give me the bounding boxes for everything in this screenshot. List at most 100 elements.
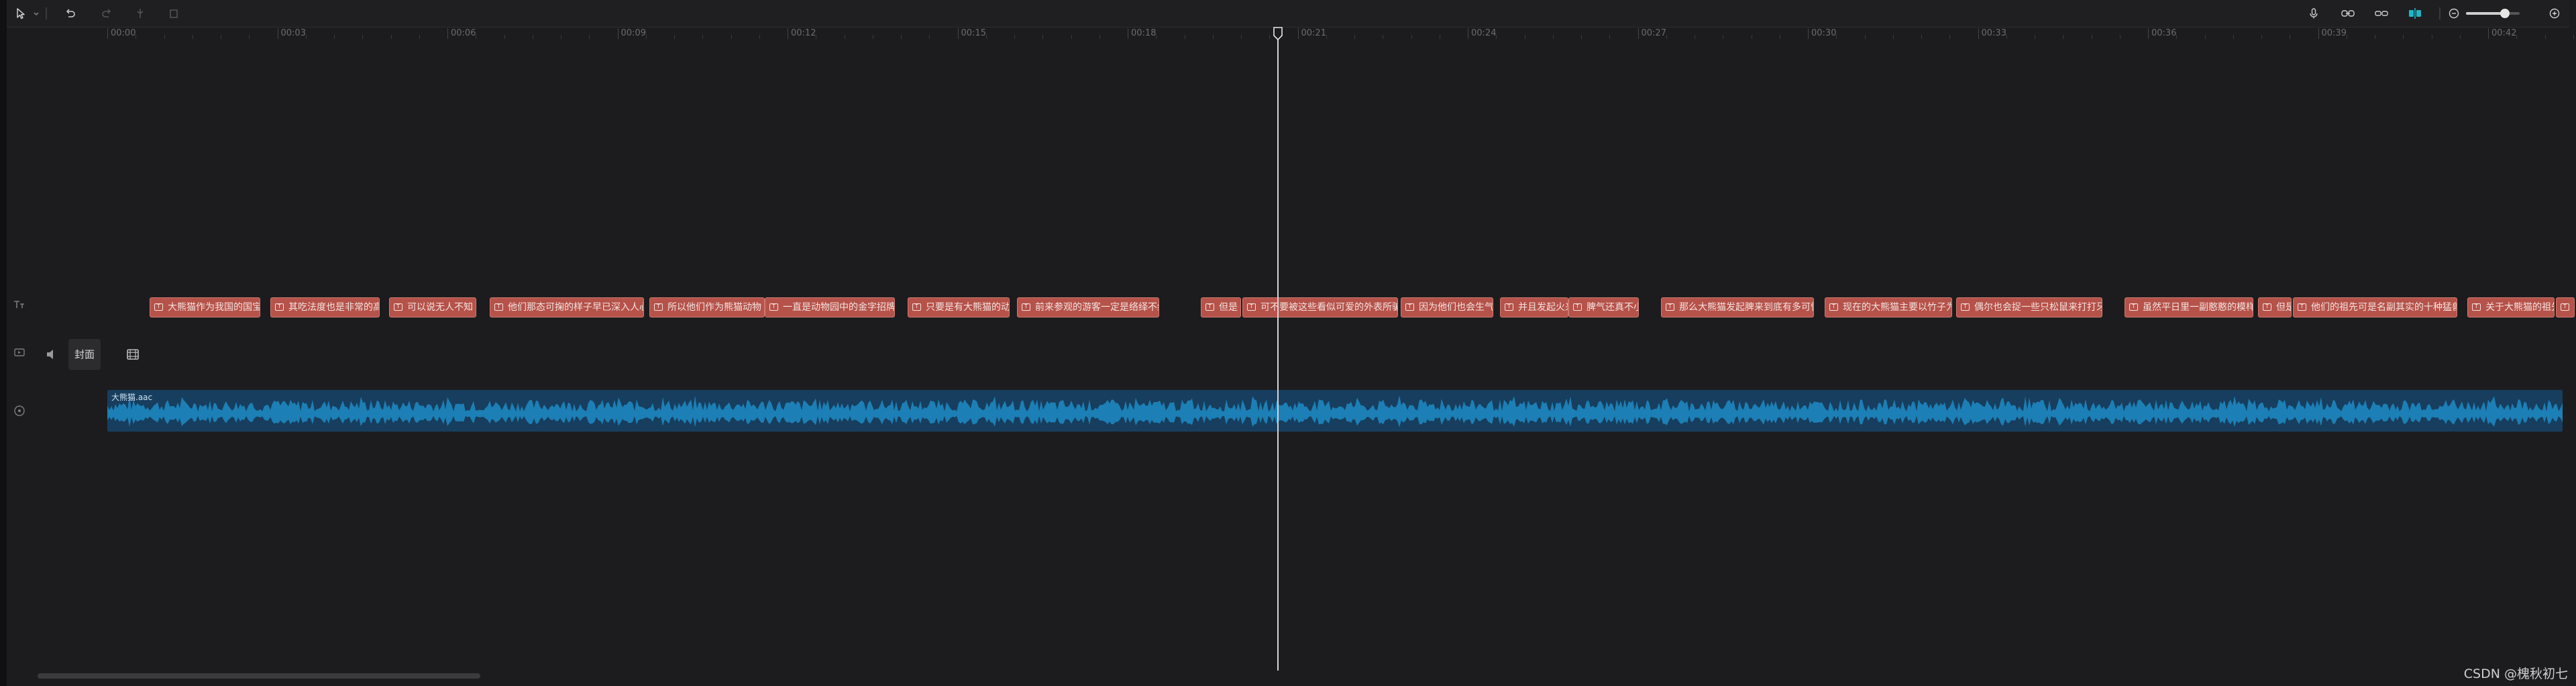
text-clip[interactable]: T 并且发起火来	[1500, 297, 1568, 317]
text-clip[interactable]: T 只要是有大熊猫的动	[908, 297, 1010, 317]
text-clip[interactable]: T 大熊猫作为我国的国宝	[150, 297, 260, 317]
horizontal-scrollbar[interactable]	[38, 673, 480, 679]
audio-clip-name: 大熊猫.aac	[111, 393, 153, 402]
text-clip-icon: T	[1573, 303, 1582, 311]
text-clip-icon: T	[2298, 303, 2306, 311]
ruler-minor-tick	[390, 35, 392, 39]
text-clip[interactable]: T 一直是动物园中的金字招牌	[765, 297, 895, 317]
ruler-minor-tick	[2516, 35, 2518, 39]
text-clip-icon: T	[2561, 303, 2569, 311]
text-clip[interactable]: T 可不要被这些看似可爱的外表所骗	[1242, 297, 1398, 317]
text-clip[interactable]: T 所以他们作为熊猫动物	[649, 297, 765, 317]
cover-button[interactable]: 封面	[68, 339, 101, 370]
ruler-minor-tick	[362, 35, 364, 39]
zoom-in-icon[interactable]	[2546, 3, 2563, 24]
timeline-toolbar	[7, 0, 2569, 28]
preview-axis-icon[interactable]	[2406, 3, 2424, 24]
ruler-minor-tick	[1411, 35, 1412, 39]
zoom-slider[interactable]	[2466, 3, 2520, 24]
chain-icon[interactable]	[2372, 3, 2391, 24]
zoom-slider-knob[interactable]	[2500, 9, 2510, 18]
waveform-shape	[107, 395, 2563, 428]
link-icon[interactable]	[2339, 3, 2357, 24]
undo-icon[interactable]	[62, 3, 79, 24]
ruler-minor-tick	[249, 35, 250, 39]
text-clip-icon: T	[654, 303, 663, 311]
text-clip[interactable]: T 前来参观的游客一定是络绎不绝	[1017, 297, 1159, 317]
text-clip-icon: T	[1505, 303, 1513, 311]
text-clip-icon: T	[769, 303, 778, 311]
text-clip[interactable]: T 但是	[2258, 297, 2292, 317]
text-clip[interactable]: T 关于大熊猫的祖先	[2467, 297, 2555, 317]
playhead-handle[interactable]	[1273, 27, 1283, 41]
text-clip[interactable]: T 那么大熊猫发起脾来到底有多可怕	[1661, 297, 1814, 317]
text-clip[interactable]: T 可以说无人不知	[389, 297, 476, 317]
ruler-minor-tick	[164, 35, 165, 39]
text-clip-label: 现在的大熊猫主要以竹子为食	[1843, 302, 1951, 313]
ruler-minor-tick	[985, 35, 987, 39]
text-clip-label: 可不要被这些看似可爱的外表所骗	[1260, 302, 1398, 313]
ruler-tick-label: 00:24	[1468, 28, 1496, 39]
text-clip-icon: T	[1961, 303, 1970, 311]
microphone-icon[interactable]	[2305, 3, 2322, 24]
ruler-minor-tick	[759, 35, 760, 39]
text-clip[interactable]: T其	[2556, 297, 2575, 317]
text-clip[interactable]: T 虽然平日里一副憨憨的模样	[2125, 297, 2253, 317]
text-clip-label: 关于大熊猫的祖先	[2485, 302, 2555, 313]
audio-track-icon	[12, 403, 27, 418]
text-clip-icon: T	[494, 303, 503, 311]
text-clip-label: 他们那态可掬的样子早已深入人心	[508, 302, 644, 313]
ruler-minor-tick	[2204, 35, 2206, 39]
text-clip-label: 那么大熊猫发起脾来到底有多可怕	[1679, 302, 1814, 313]
text-clip-icon: T	[912, 303, 921, 311]
ruler-minor-tick	[702, 35, 704, 39]
text-clip[interactable]: T 脾气还真不小	[1568, 297, 1639, 317]
text-clip-label: 前来参观的游客一定是络绎不绝	[1035, 302, 1159, 313]
ruler-minor-tick	[2006, 35, 2007, 39]
ruler-tick-label: 00:09	[617, 28, 646, 39]
text-clip[interactable]: T 其吃法度也是非常的高	[270, 297, 380, 317]
ruler-minor-tick	[1552, 35, 1554, 39]
mute-icon[interactable]	[44, 347, 59, 362]
audio-clip[interactable]: 大熊猫.aac	[107, 390, 2563, 432]
text-clip-label: 但是	[1219, 302, 1238, 313]
redo-icon[interactable]	[98, 3, 115, 24]
text-clip[interactable]: T 他们的祖先可是名副其实的十种猛兽	[2293, 297, 2457, 317]
time-ruler[interactable]: 00:00 00:03 00:06 00:09 00:12 00:15 00:18 00:21…	[107, 27, 2574, 40]
ruler-minor-tick	[1156, 35, 1157, 39]
text-clip-icon: T	[2263, 303, 2271, 311]
text-clip-label: 偶尔也会捉一些只松鼠来打打牙祭	[1974, 302, 2102, 313]
ruler-tick-label: 00:33	[1978, 28, 2006, 39]
select-arrow-icon[interactable]	[12, 3, 30, 24]
split-icon[interactable]	[131, 3, 149, 24]
ruler-minor-tick	[1099, 35, 1100, 39]
chevron-down-icon[interactable]	[31, 3, 42, 24]
text-clip-label: 他们的祖先可是名副其实的十种猛兽	[2311, 302, 2457, 313]
text-clip-icon: T	[275, 303, 284, 311]
text-clip-label: 脾气还真不小	[1587, 302, 1639, 313]
text-clip[interactable]: T 他们那态可掬的样子早已深入人心	[490, 297, 644, 317]
text-clip[interactable]: T 现在的大熊猫主要以竹子为食	[1825, 297, 1952, 317]
ruler-minor-tick	[1609, 35, 1611, 39]
toolbar-divider	[2439, 7, 2440, 19]
ruler-tick-label: 00:21	[1297, 28, 1326, 39]
text-clip-icon: T	[1247, 303, 1256, 311]
playhead-line[interactable]	[1277, 28, 1279, 671]
text-clip[interactable]: T 因为他们也会生气	[1401, 297, 1493, 317]
film-icon[interactable]	[125, 346, 141, 362]
zoom-slider-fill	[2466, 12, 2505, 15]
watermark: CSDN @槐秋初七	[2463, 667, 2568, 681]
ruler-minor-tick	[1836, 35, 1837, 39]
text-clip[interactable]: T 但是	[1201, 297, 1241, 317]
ruler-minor-tick	[674, 35, 675, 39]
ruler-minor-tick	[1949, 35, 1951, 39]
ruler-minor-tick	[1014, 35, 1015, 39]
zoom-out-icon[interactable]	[2446, 3, 2462, 24]
ruler-tick-label: 00:15	[957, 28, 986, 39]
delete-icon[interactable]	[165, 3, 182, 24]
text-clip-label: 并且发起火来	[1518, 302, 1568, 313]
ruler-tick-label: 00:27	[1638, 28, 1666, 39]
text-clip-label: 虽然平日里一副憨憨的模样	[2143, 302, 2253, 313]
text-clip[interactable]: T 偶尔也会捉一些只松鼠来打打牙祭	[1956, 297, 2102, 317]
ruler-minor-tick	[1892, 35, 1894, 39]
